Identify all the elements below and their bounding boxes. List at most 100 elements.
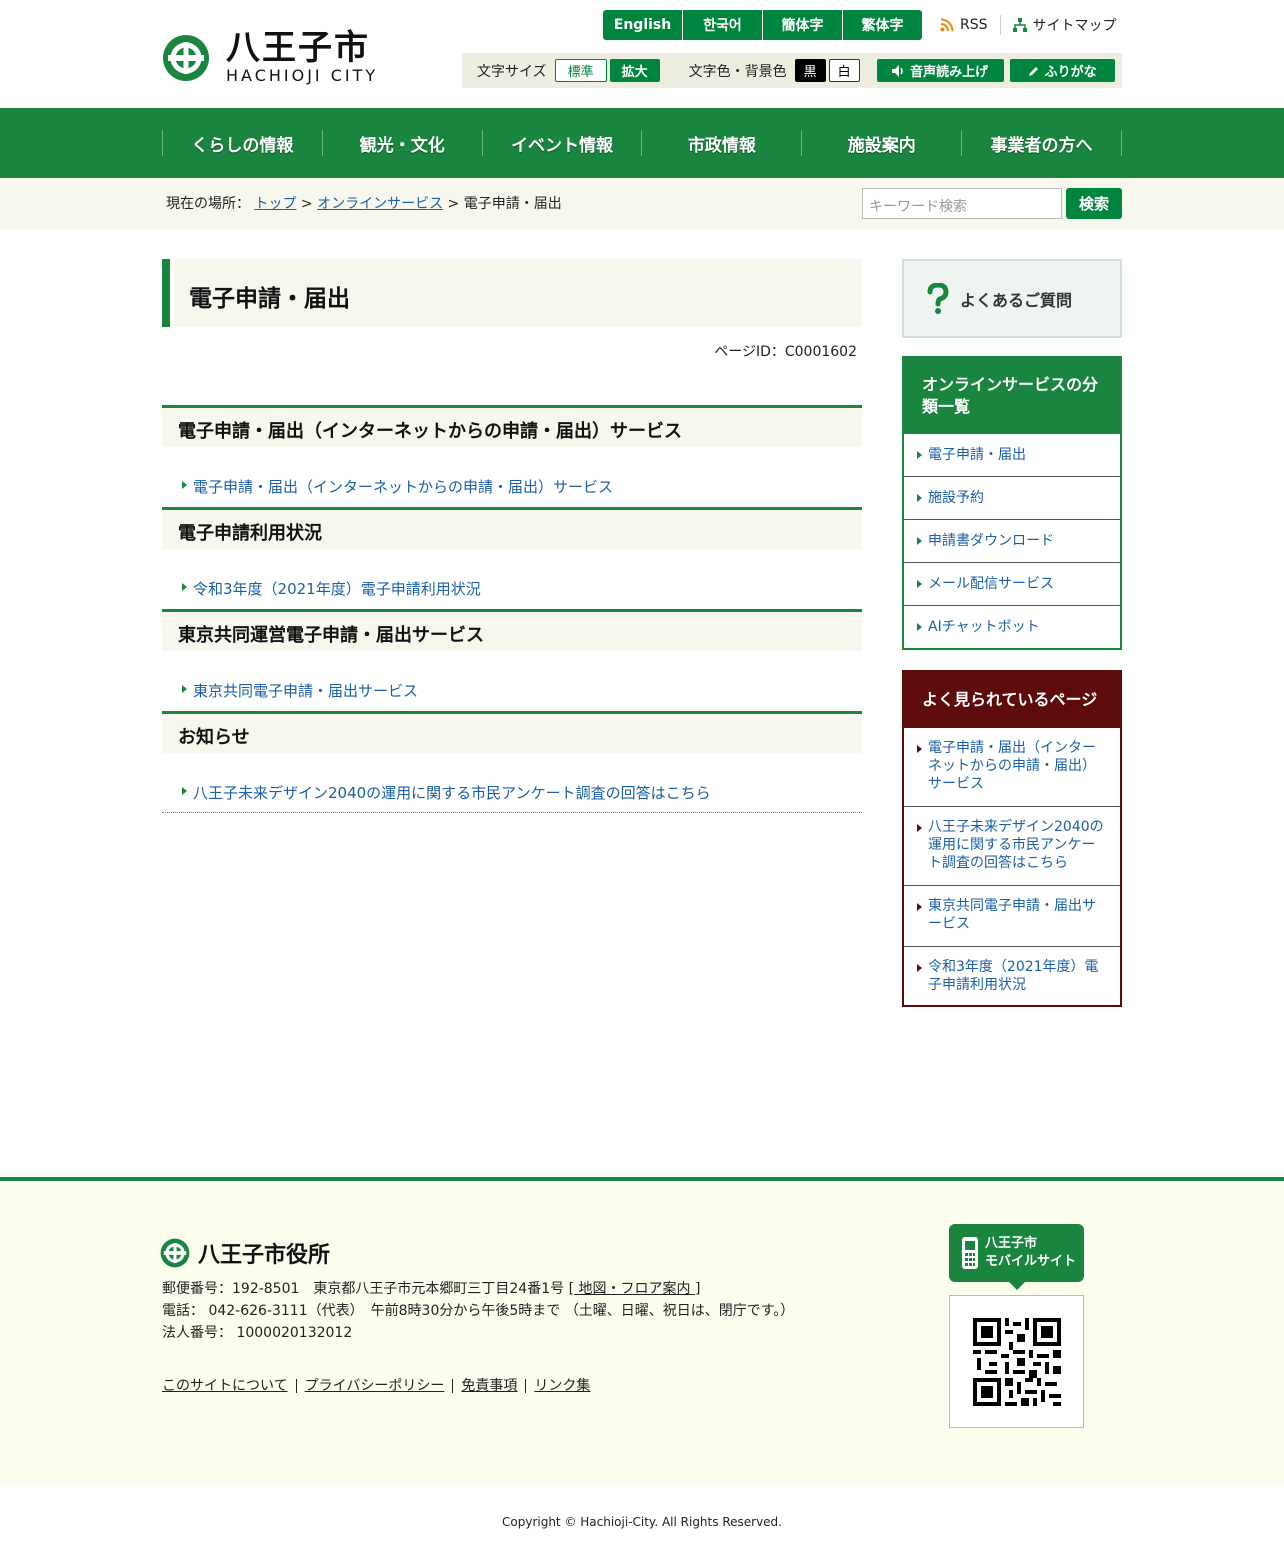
faq-label: よくあるご質問 — [960, 290, 1073, 310]
text-size-label: 文字サイズ — [477, 63, 547, 80]
category-item-label: 電子申請・届出 — [928, 447, 1026, 463]
lang-traditional-chinese-button[interactable]: 繁体字 — [843, 10, 922, 40]
question-mark-icon — [927, 282, 949, 314]
category-item[interactable]: 施設予約 — [904, 477, 1120, 520]
category-item[interactable]: メール配信サービス — [904, 563, 1120, 606]
lang-simplified-chinese-button[interactable]: 簡体字 — [763, 10, 843, 40]
page-title: 電子申請・届出 — [189, 286, 350, 312]
nav-item-facilities[interactable]: 施設案内 — [802, 130, 963, 156]
page-id: ページID：C0001602 — [714, 344, 857, 360]
breadcrumb-separator: > — [447, 196, 460, 212]
copyright: Copyright © Hachioji-City. All Rights Re… — [502, 1515, 782, 1529]
nav-item-city-info[interactable]: 市政情報 — [642, 130, 803, 156]
section-heading: 電子申請・届出（インターネットからの申請・届出）サービス — [162, 405, 862, 447]
category-item-label: AIチャットボット — [928, 619, 1040, 635]
sitemap-link[interactable]: サイトマップ — [999, 15, 1129, 35]
logo-jp-text: 八王子市 — [226, 28, 370, 68]
footer-link-disclaimer[interactable]: 免責事項 — [452, 1379, 525, 1393]
page-title-box: 電子申請・届出 — [162, 259, 862, 327]
footer-org-name: 八王子市役所 — [198, 1243, 331, 1268]
qr-code-box — [949, 1295, 1084, 1428]
text-size-large-button[interactable]: 拡大 — [609, 59, 660, 82]
lang-english-button[interactable]: English — [603, 10, 683, 40]
category-item-label: 施設予約 — [928, 490, 984, 506]
section-heading-text: お知らせ — [178, 727, 250, 748]
site-logo[interactable]: 八王子市 HACHIOJI CITY — [162, 31, 378, 85]
category-item[interactable]: 申請書ダウンロード — [904, 520, 1120, 563]
section-link[interactable]: 東京共同電子申請・届出サービス — [193, 680, 418, 701]
faq-banner[interactable]: よくあるご質問 — [902, 259, 1122, 338]
search-button[interactable]: 検索 — [1066, 188, 1122, 219]
arrow-icon — [917, 494, 922, 502]
pencil-icon — [1028, 66, 1038, 76]
section-heading: 電子申請利用状況 — [162, 507, 862, 549]
color-label: 文字色・背景色 — [688, 63, 787, 80]
arrow-icon — [917, 623, 922, 631]
breadcrumb-label: 現在の場所： — [166, 196, 250, 212]
arrow-icon — [917, 745, 922, 753]
category-item-label: 申請書ダウンロード — [928, 533, 1054, 549]
furigana-button[interactable]: ふりがな — [1009, 59, 1115, 82]
nav-item-events[interactable]: イベント情報 — [483, 130, 643, 156]
breadcrumb-top-link[interactable]: トップ — [254, 196, 296, 212]
popular-item-label: 東京共同電子申請・届出サービス — [928, 898, 1096, 932]
city-emblem-icon — [160, 1238, 190, 1268]
footer-map-link[interactable]: [ 地図・フロア案内 ] — [569, 1281, 701, 1297]
search-input[interactable]: キーワード検索 — [862, 188, 1062, 219]
mobile-badge-line2: モバイルサイト — [985, 1254, 1077, 1269]
lang-korean-button[interactable]: 한국어 — [683, 10, 763, 40]
category-item[interactable]: 電子申請・届出 — [904, 434, 1120, 477]
category-item-label: メール配信サービス — [928, 576, 1054, 592]
footer-link-links[interactable]: リンク集 — [525, 1379, 598, 1393]
section-link[interactable]: 八王子未来デザイン2040の運用に関する市民アンケート調査の回答はこちら — [193, 782, 711, 803]
footer-link-privacy[interactable]: プライバシーポリシー — [295, 1379, 453, 1393]
arrow-icon — [917, 824, 922, 832]
section-link[interactable]: 電子申請・届出（インターネットからの申請・届出）サービス — [193, 476, 613, 497]
footer-phone: 電話： 042-626-3111（代表） 午前8時30分から午後5時まで （土曜… — [162, 1303, 795, 1319]
nav-item-business[interactable]: 事業者の方へ — [962, 130, 1122, 156]
nav-item-tourism[interactable]: 観光・文化 — [323, 130, 483, 156]
popular-item[interactable]: 八王子未来デザイン2040の運用に関する市民アンケート調査の回答はこちら — [904, 807, 1120, 886]
arrow-icon — [182, 481, 187, 489]
breadcrumb-current: 電子申請・届出 — [463, 196, 562, 212]
footer-link-about[interactable]: このサイトについて — [162, 1379, 296, 1393]
section-heading-text: 電子申請利用状況 — [178, 523, 322, 544]
breadcrumb-online-link[interactable]: オンラインサービス — [317, 196, 443, 212]
accessibility-toolbar: 文字サイズ 標準 拡大 文字色・背景色 黒 白 音声読み上げ ふりがな — [462, 53, 1122, 88]
rss-icon — [940, 18, 954, 32]
text-size-standard-button[interactable]: 標準 — [554, 59, 607, 82]
popular-item-label: 八王子未来デザイン2040の運用に関する市民アンケート調査の回答はこちら — [928, 819, 1104, 871]
footer-address: 郵便番号：192-8501 東京都八王子市元本郷町三丁目24番1号 — [162, 1281, 565, 1297]
popular-box: よく見られているページ 電子申請・届出（インターネットからの申請・届出）サービス… — [902, 670, 1122, 1007]
qr-code-icon — [972, 1317, 1061, 1406]
color-black-button[interactable]: 黒 — [794, 59, 826, 82]
rss-link[interactable]: RSS — [940, 17, 1000, 33]
furigana-label: ふりがな — [1044, 65, 1097, 80]
speech-button[interactable]: 音声読み上げ — [876, 59, 1004, 82]
popular-item[interactable]: 東京共同電子申請・届出サービス — [904, 886, 1120, 947]
mobile-phone-icon — [962, 1237, 978, 1269]
footer-logo: 八王子市役所 — [160, 1237, 330, 1269]
footer-links: このサイトについて プライバシーポリシー 免責事項 リンク集 — [162, 1379, 598, 1393]
section-heading: お知らせ — [162, 711, 862, 753]
arrow-icon — [917, 537, 922, 545]
category-item[interactable]: AIチャットボット — [904, 606, 1120, 649]
breadcrumb-bar: 現在の場所： トップ > オンラインサービス > 電子申請・届出 キーワード検索… — [0, 178, 1284, 229]
color-white-button[interactable]: 白 — [828, 59, 860, 82]
mobile-site-badge[interactable]: 八王子市 モバイルサイト — [949, 1224, 1084, 1290]
popular-item[interactable]: 電子申請・届出（インターネットからの申請・届出）サービス — [904, 728, 1120, 807]
nav-item-living[interactable]: くらしの情報 — [163, 130, 323, 156]
sitemap-label: サイトマップ — [1032, 18, 1117, 34]
section-link[interactable]: 令和3年度（2021年度）電子申請利用状況 — [193, 578, 481, 599]
footer-corp-number: 法人番号： 1000020132012 — [162, 1325, 353, 1341]
popular-title: よく見られているページ — [904, 672, 1120, 728]
arrow-icon — [917, 964, 922, 972]
global-nav: くらしの情報 観光・文化 イベント情報 市政情報 施設案内 事業者の方へ — [0, 108, 1284, 178]
breadcrumb: 現在の場所： トップ > オンラインサービス > 電子申請・届出 — [166, 193, 562, 213]
language-bar: English 한국어 簡体字 繁体字 — [603, 10, 922, 40]
popular-item[interactable]: 令和3年度（2021年度）電子申請利用状況 — [904, 947, 1120, 1007]
speech-label: 音声読み上げ — [910, 65, 989, 80]
section-heading-text: 東京共同運営電子申請・届出サービス — [178, 625, 484, 646]
sitemap-icon — [1012, 18, 1027, 32]
arrow-icon — [917, 451, 922, 459]
